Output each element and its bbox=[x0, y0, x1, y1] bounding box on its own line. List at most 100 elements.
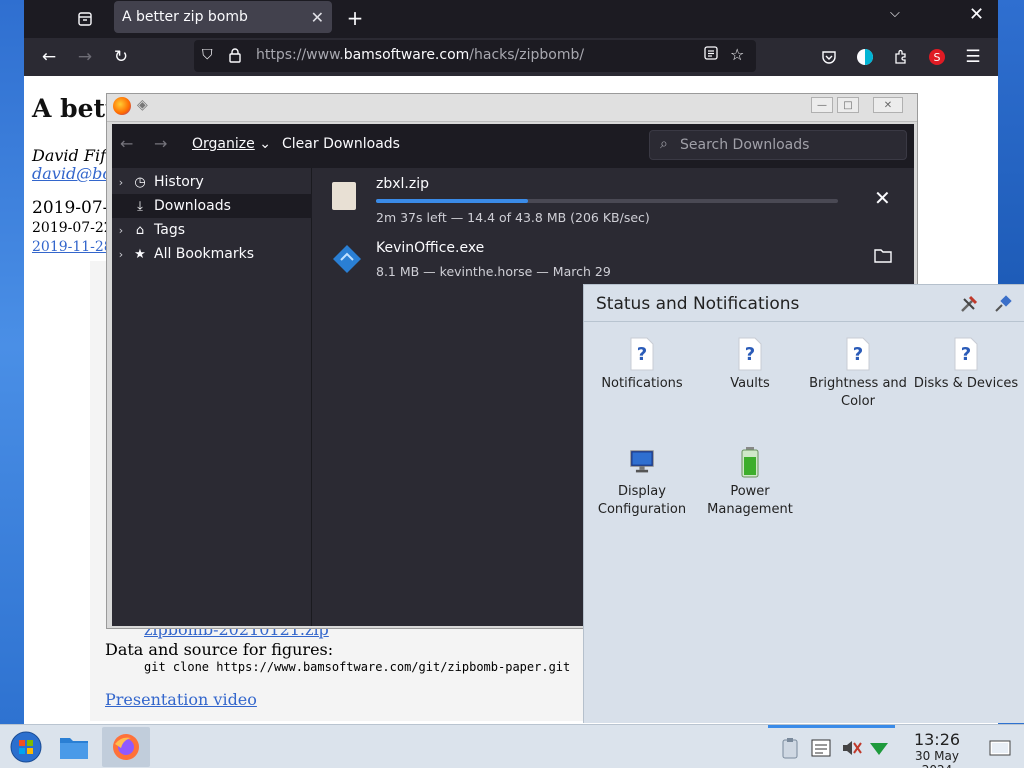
window-close-icon[interactable]: ✕ bbox=[969, 4, 984, 25]
svg-text:?: ? bbox=[961, 344, 971, 365]
lock-icon[interactable] bbox=[228, 47, 242, 67]
new-tab-button[interactable]: + bbox=[342, 5, 368, 31]
maximize-button[interactable]: □ bbox=[837, 97, 859, 113]
sidebar-item-all-bookmarks[interactable]: › ★ All Bookmarks bbox=[112, 242, 312, 266]
firefox-icon bbox=[113, 97, 131, 115]
vaults-item[interactable]: ? Vaults bbox=[696, 337, 804, 393]
chevron-down-icon: ⌄ bbox=[259, 136, 271, 152]
download-icon: ⤓ bbox=[137, 198, 143, 214]
configure-icon[interactable] bbox=[958, 293, 980, 315]
cancel-download-icon[interactable]: ✕ bbox=[874, 186, 891, 210]
author-email-link[interactable]: david@bo bbox=[32, 164, 112, 183]
pin-icon[interactable] bbox=[992, 293, 1014, 315]
network-icon[interactable] bbox=[868, 737, 890, 759]
presentation-video-link[interactable]: Presentation video bbox=[105, 690, 257, 709]
tab-list-icon bbox=[78, 12, 92, 26]
clipboard-icon[interactable] bbox=[780, 737, 802, 759]
date-secondary: 2019-07-22 bbox=[32, 220, 113, 236]
notes-icon[interactable] bbox=[810, 737, 832, 759]
menu-icon[interactable]: ☰ bbox=[960, 44, 986, 70]
date-link[interactable]: 2019-11-28 bbox=[32, 239, 113, 255]
display-configuration-item[interactable]: Display Configuration bbox=[588, 445, 696, 519]
minimize-button[interactable]: — bbox=[811, 97, 833, 113]
firefox-taskbar-button[interactable] bbox=[102, 727, 150, 767]
data-source-text: Data and source for figures: bbox=[105, 640, 334, 659]
sidebar-item-label: Tags bbox=[154, 222, 185, 238]
url-path: /hacks/zipbomb/ bbox=[469, 47, 585, 63]
sidebar-item-downloads[interactable]: ⤓ Downloads bbox=[112, 194, 312, 218]
brightness-color-item[interactable]: ? Brightness and Color bbox=[804, 337, 912, 411]
sidebar-item-history[interactable]: › ◷ History bbox=[112, 170, 312, 194]
download-item[interactable]: KevinOffice.exe 8.1 MB — kevinthe.horse … bbox=[314, 232, 914, 292]
start-menu-button[interactable] bbox=[4, 727, 48, 767]
chevron-right-icon[interactable]: › bbox=[112, 176, 130, 189]
desktop-edge bbox=[998, 0, 1024, 284]
folder-icon[interactable] bbox=[874, 244, 892, 268]
taskbar: 13:26 30 May 2024 bbox=[0, 724, 1024, 768]
git-command: git clone https://www.bamsoftware.com/gi… bbox=[144, 660, 571, 674]
pin-icon[interactable]: ◈ bbox=[137, 97, 148, 113]
item-label: Power Management bbox=[707, 484, 793, 517]
library-back-button[interactable]: ← bbox=[120, 134, 133, 153]
volume-muted-icon[interactable] bbox=[840, 737, 862, 759]
help-icon: ? bbox=[630, 337, 654, 371]
svg-text:?: ? bbox=[745, 344, 755, 365]
monitor-icon bbox=[630, 450, 654, 473]
library-sidebar: › ◷ History ⤓ Downloads › ⌂ Tags › ★ All… bbox=[112, 168, 312, 626]
url-bar[interactable]: ⛉ https://www.bamsoftware.com/hacks/zipb… bbox=[194, 40, 756, 72]
item-label: Disks & Devices bbox=[913, 376, 1019, 391]
profile-icon[interactable] bbox=[852, 44, 878, 70]
forward-button[interactable]: → bbox=[72, 44, 98, 70]
download-name: KevinOffice.exe bbox=[376, 240, 485, 256]
back-button[interactable]: ← bbox=[36, 44, 62, 70]
clock-time[interactable]: 13:26 bbox=[898, 730, 976, 749]
url-text[interactable]: https://www.bamsoftware.com/hacks/zipbom… bbox=[256, 47, 584, 63]
download-item[interactable]: zbxl.zip 2m 37s left — 14.4 of 43.8 MB (… bbox=[314, 168, 914, 228]
notifications-item[interactable]: ? Notifications bbox=[588, 337, 696, 393]
addon-icon[interactable]: S bbox=[924, 44, 950, 70]
pocket-icon[interactable] bbox=[816, 44, 842, 70]
show-desktop-icon[interactable] bbox=[988, 737, 1011, 759]
tab-active[interactable]: A better zip bomb ✕ bbox=[114, 1, 332, 33]
clock-date[interactable]: 30 May 2024 bbox=[898, 749, 976, 768]
library-forward-button[interactable]: → bbox=[154, 134, 167, 153]
file-manager-button[interactable] bbox=[52, 727, 96, 767]
extensions-icon[interactable] bbox=[888, 44, 914, 70]
search-placeholder: Search Downloads bbox=[680, 137, 810, 153]
svg-text:S: S bbox=[934, 51, 941, 64]
close-tab-icon[interactable]: ✕ bbox=[311, 8, 324, 27]
reload-button[interactable]: ↻ bbox=[108, 44, 134, 70]
panel-title: Status and Notifications bbox=[596, 294, 800, 314]
zip-file-icon bbox=[332, 182, 356, 210]
reader-view-icon[interactable] bbox=[704, 46, 718, 64]
sidebar-item-label: All Bookmarks bbox=[154, 246, 255, 262]
disks-devices-item[interactable]: ? Disks & Devices bbox=[912, 337, 1020, 393]
shield-icon[interactable]: ⛉ bbox=[202, 47, 213, 63]
bookmark-star-icon[interactable]: ☆ bbox=[730, 45, 744, 64]
item-label: Vaults bbox=[730, 376, 770, 391]
battery-icon bbox=[741, 447, 759, 478]
list-all-tabs-button[interactable] bbox=[72, 6, 98, 32]
search-downloads-input[interactable]: ⌕ Search Downloads bbox=[649, 130, 907, 160]
power-management-item[interactable]: Power Management bbox=[696, 445, 804, 519]
close-button[interactable]: ✕ bbox=[873, 97, 903, 113]
tab-title: A better zip bomb bbox=[122, 9, 248, 25]
download-progress-bar bbox=[376, 199, 838, 203]
chevron-right-icon[interactable]: › bbox=[112, 224, 130, 237]
panel-divider bbox=[584, 321, 1024, 322]
clear-downloads-button[interactable]: Clear Downloads bbox=[282, 136, 400, 152]
library-titlebar[interactable]: ◈ — □ ✕ bbox=[107, 94, 917, 122]
item-label: Display Configuration bbox=[597, 484, 687, 517]
firefox-icon bbox=[113, 734, 139, 760]
nav-bar: ← → ↻ ⛉ https://www.bamsoftware.com/hack… bbox=[24, 38, 998, 76]
sidebar-item-label: Downloads bbox=[154, 198, 231, 214]
star-icon: ★ bbox=[134, 246, 146, 262]
sidebar-item-tags[interactable]: › ⌂ Tags bbox=[112, 218, 312, 242]
start-orb-icon bbox=[10, 731, 42, 763]
chevron-down-icon[interactable]: ⌵ bbox=[890, 6, 900, 21]
tag-icon: ⌂ bbox=[135, 222, 145, 238]
organize-menu[interactable]: Organize ⌄ bbox=[192, 136, 271, 152]
chevron-right-icon[interactable]: › bbox=[112, 248, 130, 261]
library-toolbar: ← → Organize ⌄ Clear Downloads ⌕ Search … bbox=[112, 124, 914, 168]
folder-icon bbox=[60, 738, 88, 759]
